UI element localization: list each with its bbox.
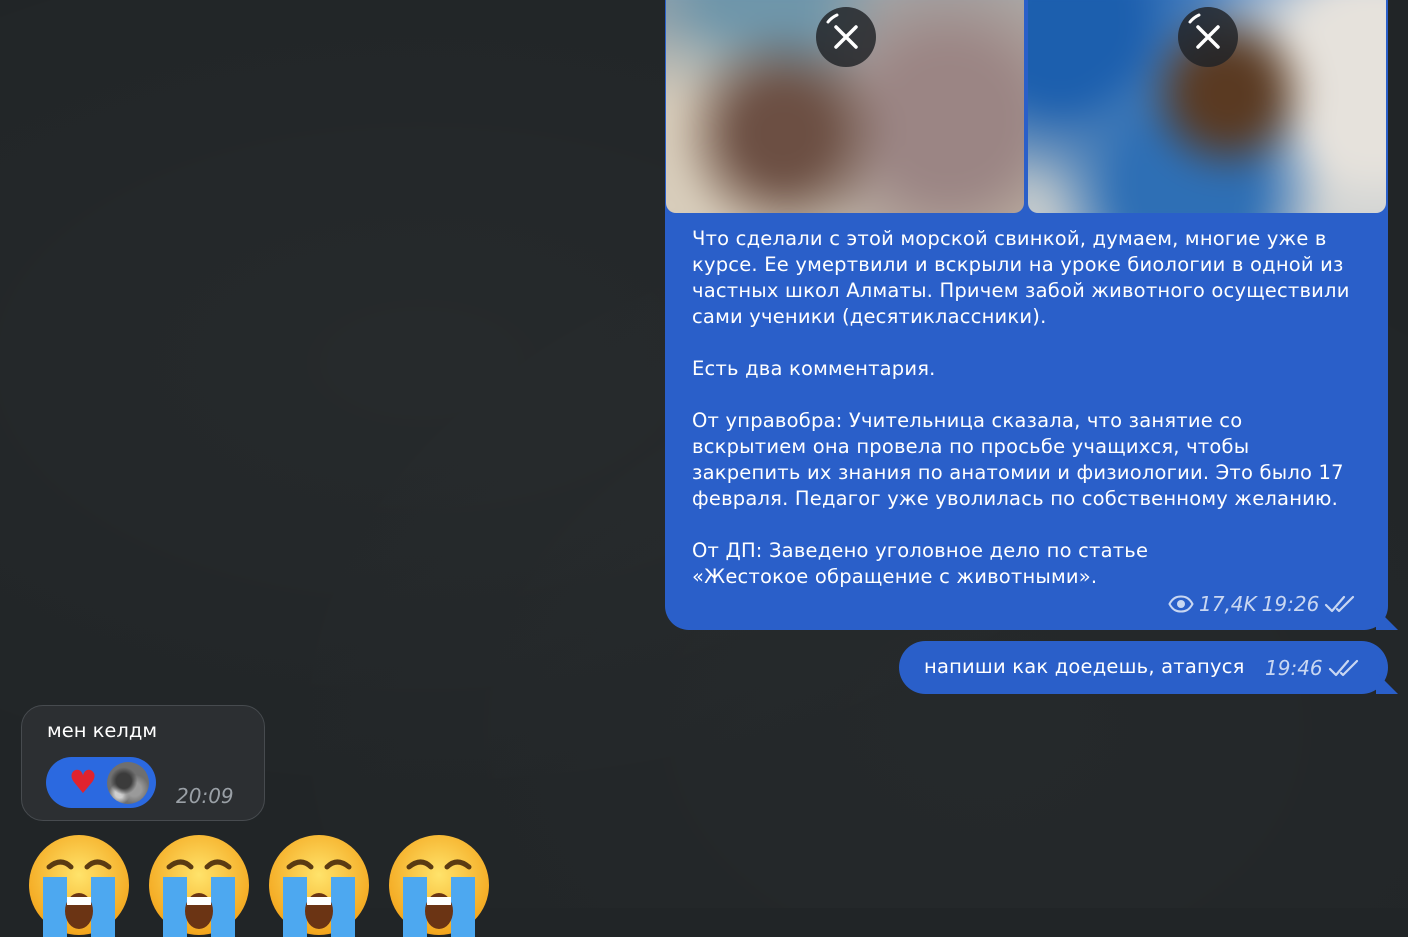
double-check-icon: [1328, 659, 1358, 677]
post-paragraph: Что сделали с этой морской свинкой, дума…: [692, 227, 1350, 328]
loudly-crying-face-icon: [29, 835, 129, 937]
post-photo-1[interactable]: [666, 0, 1024, 213]
loudly-crying-face-icon: [149, 835, 249, 937]
cancel-download-button[interactable]: [1178, 7, 1238, 67]
post-paragraph: От ДП: Заведено уголовное дело по статье…: [692, 539, 1149, 588]
loudly-crying-face-icon: [389, 835, 489, 937]
close-icon: [1188, 13, 1220, 49]
message-time: 20:09: [176, 784, 234, 808]
outgoing-message-text: напиши как доедешь, атапуся: [924, 655, 1245, 678]
reactor-avatar: [107, 762, 149, 804]
loudly-crying-face-icon: [269, 835, 369, 937]
post-meta: 17,4K 19:26: [1168, 591, 1356, 617]
emoji-message[interactable]: [27, 833, 491, 937]
message-meta: 19:46: [1265, 655, 1360, 681]
message-time: 19:46: [1265, 656, 1323, 680]
incoming-message-text: мен келдм: [47, 719, 158, 742]
eye-icon: [1168, 595, 1194, 613]
views-count: 17,4K: [1199, 592, 1257, 616]
post-time: 19:26: [1261, 592, 1320, 616]
close-icon: [826, 13, 858, 49]
post-photo-2[interactable]: [1028, 0, 1386, 213]
heart-reaction-icon: ♥: [68, 763, 98, 801]
channel-post-text: Что сделали с этой морской свинкой, дума…: [692, 226, 1362, 590]
post-paragraph: От управобра: Учительница сказала, что з…: [692, 409, 1344, 510]
cancel-download-button[interactable]: [816, 7, 876, 67]
double-check-icon: [1325, 595, 1355, 613]
post-paragraph: Есть два комментария.: [692, 357, 936, 380]
